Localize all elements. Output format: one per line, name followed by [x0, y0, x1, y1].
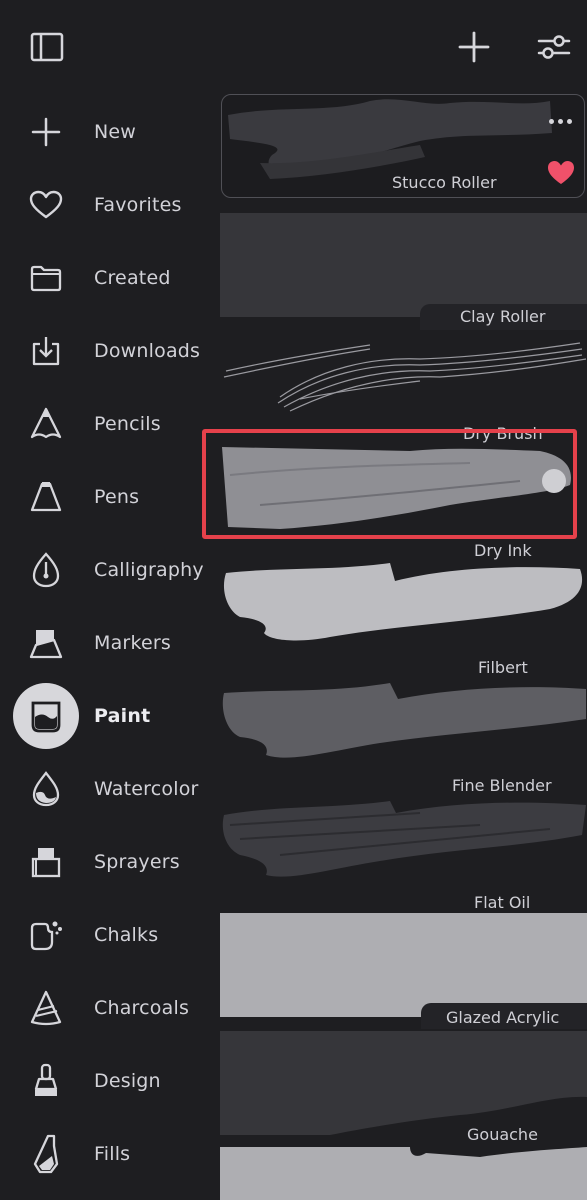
brush-stroke-preview: [220, 1031, 587, 1135]
folder-icon: [13, 245, 79, 311]
sidebar-item-design[interactable]: Design: [0, 1044, 210, 1117]
favorite-heart-icon[interactable]: [547, 160, 575, 186]
brush-name: Glazed Acrylic: [446, 1008, 560, 1027]
sidebar-item-paint[interactable]: Paint: [0, 679, 210, 752]
pencil-tip-icon: [13, 391, 79, 457]
brush-item-gouache[interactable]: Gouache: [220, 1031, 587, 1144]
sidebar-item-label: Watercolor: [94, 777, 199, 800]
fill-nib-icon: [13, 1121, 79, 1187]
brush-name: Dry Ink: [474, 541, 532, 560]
marker-icon: [13, 610, 79, 676]
sidebar-item-label: Favorites: [94, 193, 182, 216]
sidebar-item-label: Markers: [94, 631, 171, 654]
brush-library-list: Stucco Roller Clay Roller Dry Brush Dry …: [220, 93, 587, 1200]
brush-stroke-preview: [222, 683, 586, 758]
brush-stroke-preview: [222, 447, 571, 529]
sidebar-item-label: Paint: [94, 704, 151, 727]
sidebar-item-watercolor[interactable]: Watercolor: [0, 752, 210, 825]
brush-stroke-preview: [220, 213, 587, 317]
calligraphy-nib-icon: [13, 537, 79, 603]
sidebar-item-label: Pencils: [94, 412, 161, 435]
more-options-button[interactable]: [545, 114, 575, 128]
brush-category-sidebar: New Favorites Created Downloads Pencils …: [0, 95, 210, 1200]
sidebar-item-created[interactable]: Created: [0, 241, 210, 314]
top-toolbar: [0, 0, 587, 95]
paint-cup-icon: [13, 682, 79, 749]
brush-settings-button[interactable]: [533, 27, 575, 67]
sidebar-item-downloads[interactable]: Downloads: [0, 314, 210, 387]
sidebar-item-pencils[interactable]: Pencils: [0, 387, 210, 460]
sidebar-item-label: Design: [94, 1069, 161, 1092]
pen-tip-icon: [13, 464, 79, 530]
brush-name: Filbert: [478, 658, 528, 677]
water-drop-icon: [13, 756, 79, 822]
sidebar-item-new[interactable]: New: [0, 95, 210, 168]
add-brush-button[interactable]: [454, 27, 494, 67]
sidebar-item-label: Chalks: [94, 923, 159, 946]
sidebar-item-charcoals[interactable]: Charcoals: [0, 971, 210, 1044]
brush-stroke-preview: [220, 913, 587, 1017]
plus-icon: [13, 99, 79, 165]
sidebar-item-fills[interactable]: Fills: [0, 1117, 210, 1190]
brush-name: Flat Oil: [474, 893, 531, 912]
sidebar-item-label: Fills: [94, 1142, 131, 1165]
brush-item-filbert[interactable]: Filbert: [220, 561, 587, 677]
brush-item-dry-ink[interactable]: Dry Ink: [220, 445, 587, 560]
sidebar-item-label: Created: [94, 266, 171, 289]
brush-name: Clay Roller: [460, 307, 546, 326]
brush-stroke-preview: [222, 801, 586, 877]
download-icon: [13, 318, 79, 384]
spray-can-icon: [13, 829, 79, 895]
brush-name: Gouache: [467, 1125, 538, 1144]
brush-item-fine-blender[interactable]: Fine Blender: [220, 679, 587, 795]
brush-item-partial[interactable]: [220, 1147, 587, 1200]
sidebar-item-label: New: [94, 120, 137, 143]
sidebar-item-label: Downloads: [94, 339, 201, 362]
sidebar-item-favorites[interactable]: Favorites: [0, 168, 210, 241]
brush-name: Fine Blender: [452, 776, 552, 795]
brush-stroke-preview: [223, 342, 587, 412]
heart-icon: [13, 172, 79, 238]
sidebar-item-label: Calligraphy: [94, 558, 204, 581]
sidebar-item-label: Pens: [94, 485, 140, 508]
sidebar-item-calligraphy[interactable]: Calligraphy: [0, 533, 210, 606]
plus-icon: [458, 31, 490, 63]
sidebar-item-label: Sprayers: [94, 850, 180, 873]
brush-stroke-preview: [223, 563, 583, 641]
charcoal-icon: [13, 975, 79, 1041]
sidebar-item-sprayers[interactable]: Sprayers: [0, 825, 210, 898]
brush-stroke-preview: [220, 1147, 587, 1200]
chalk-icon: [13, 902, 79, 968]
design-nib-icon: [13, 1048, 79, 1114]
sidebar-item-label: Charcoals: [94, 996, 190, 1019]
sidebar-item-chalks[interactable]: Chalks: [0, 898, 210, 971]
brush-name: Dry Brush: [463, 424, 543, 443]
brush-name: Stucco Roller: [392, 173, 497, 192]
brush-item-dry-brush[interactable]: Dry Brush: [220, 329, 587, 443]
sidebar-toggle-icon[interactable]: [28, 28, 66, 66]
brush-item-glazed-acrylic[interactable]: Glazed Acrylic: [220, 913, 587, 1029]
brush-item-stucco-roller[interactable]: Stucco Roller: [220, 93, 587, 197]
brush-item-flat-oil[interactable]: Flat Oil: [220, 795, 587, 912]
sidebar-item-markers[interactable]: Markers: [0, 606, 210, 679]
brush-item-clay-roller[interactable]: Clay Roller: [220, 213, 587, 330]
sliders-icon: [537, 35, 571, 59]
sidebar-item-pens[interactable]: Pens: [0, 460, 210, 533]
